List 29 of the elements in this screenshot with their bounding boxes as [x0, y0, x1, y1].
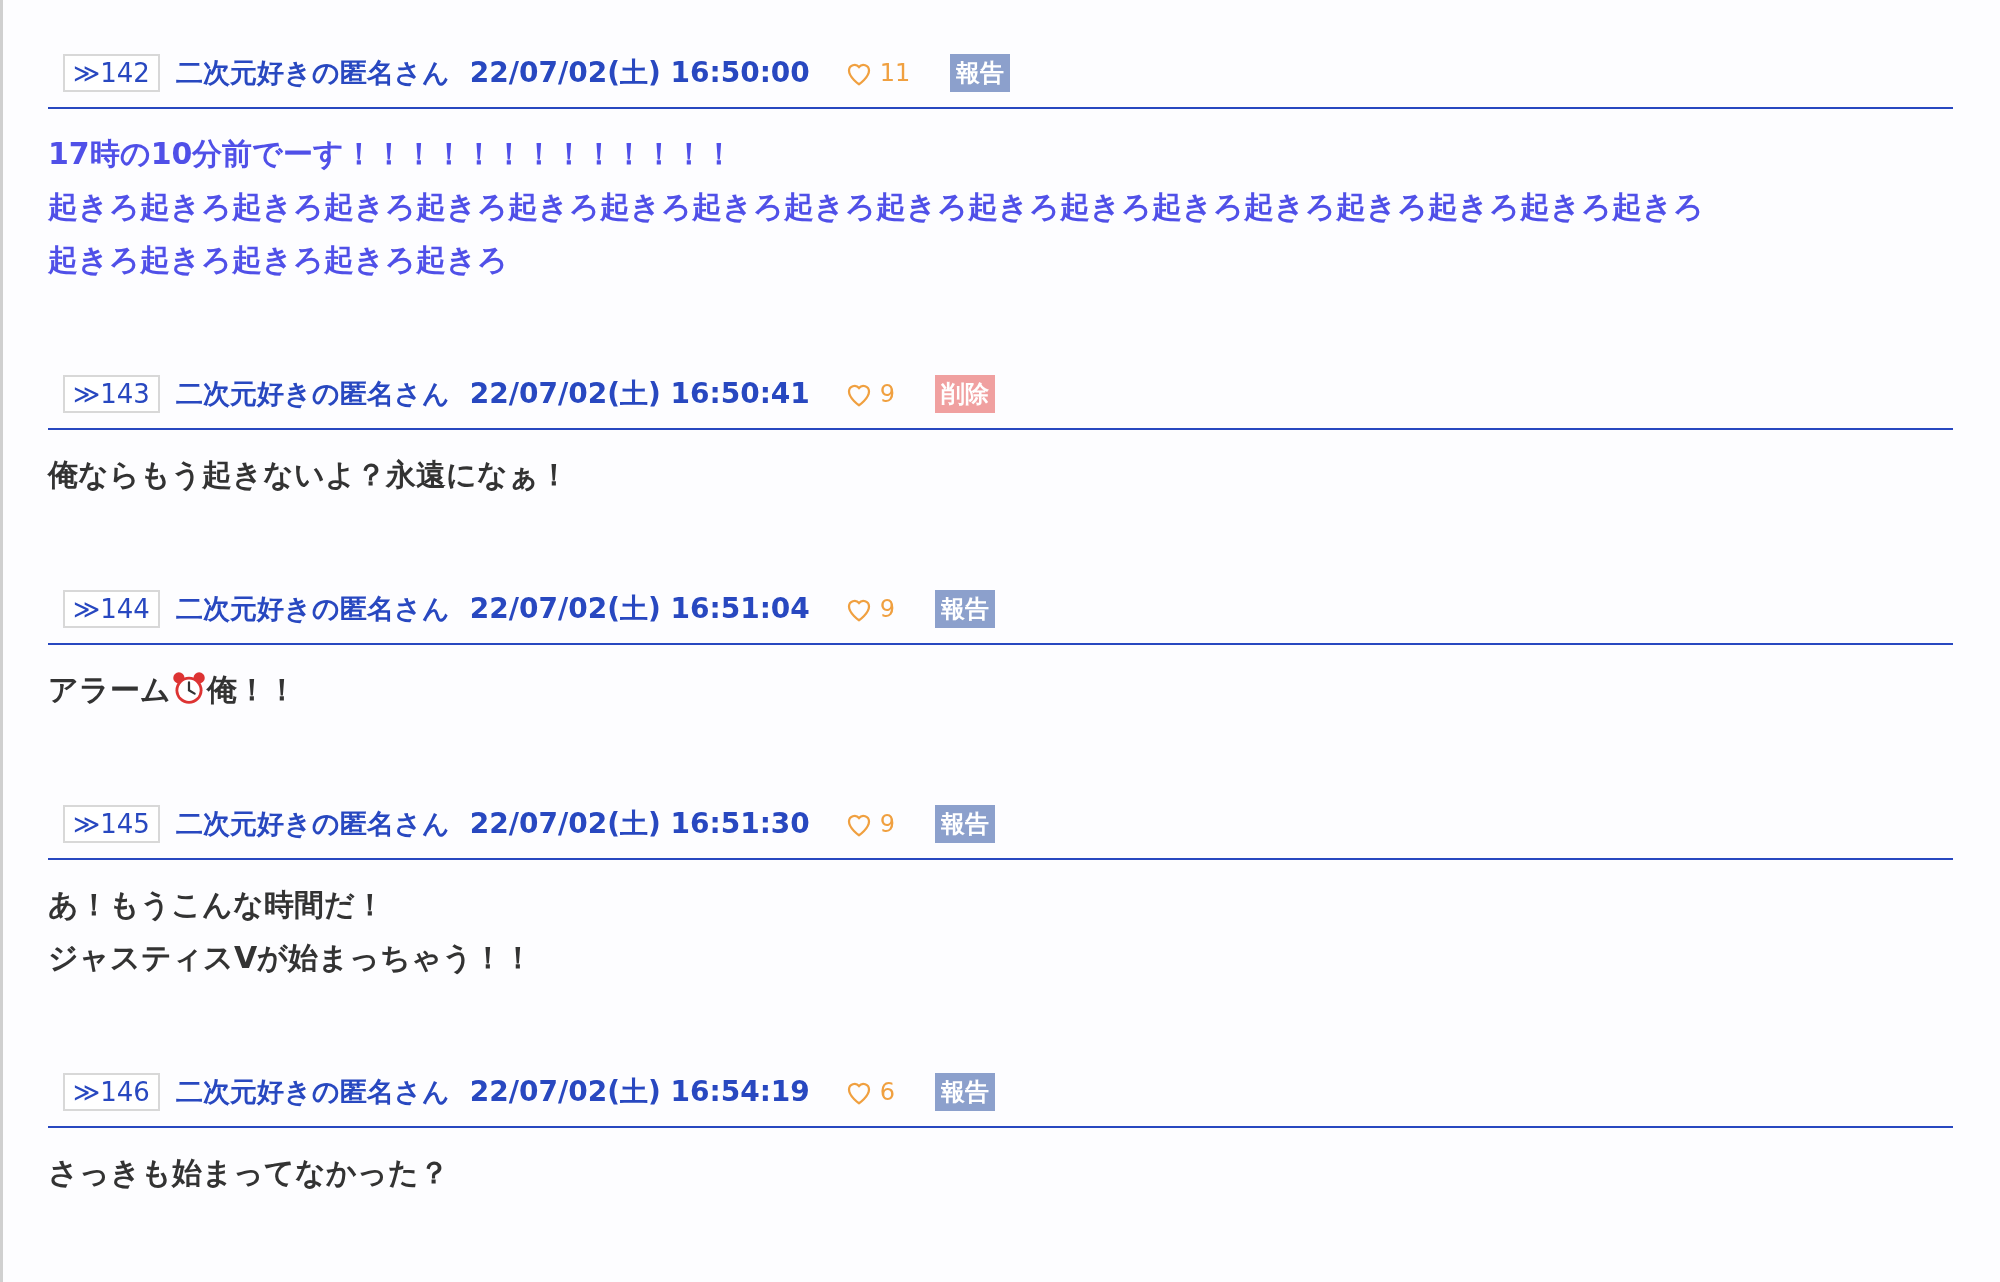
post-number[interactable]: ≫144 [63, 590, 160, 628]
post-text: ジャスティスVが始まっちゃう！！ [48, 939, 535, 977]
post-number[interactable]: ≫143 [63, 375, 160, 413]
like-count: 9 [879, 594, 896, 625]
post-text: あ！もうこんな時間だ！ [48, 886, 386, 924]
like-count: 11 [879, 58, 911, 89]
alarm-clock-icon [171, 670, 207, 706]
poster-name: 二次元好きの匿名さん [175, 591, 450, 626]
like-count: 6 [879, 1077, 896, 1108]
poster-name: 二次元好きの匿名さん [175, 806, 450, 841]
post-date: 22/07/02(土) 16:54:19 [469, 1074, 810, 1110]
poster-name: 二次元好きの匿名さん [175, 55, 450, 90]
post-date: 22/07/02(土) 16:50:00 [469, 55, 810, 91]
post-number[interactable]: ≫142 [63, 54, 160, 92]
like-count: 9 [879, 809, 896, 840]
post-date: 22/07/02(土) 16:51:30 [469, 806, 810, 842]
post-date: 22/07/02(土) 16:51:04 [469, 591, 810, 627]
post-text: 起きろ起きろ起きろ起きろ起きろ [48, 241, 509, 279]
post-number[interactable]: ≫146 [63, 1073, 160, 1111]
post-text: 17時の10分前でーす！！！！！！！！！！！！！ [48, 135, 736, 173]
post-text: アラーム 俺！！ [48, 669, 298, 709]
poster-name: 二次元好きの匿名さん [175, 1074, 450, 1109]
post-text: さっきも始まってなかった？ [48, 1154, 450, 1192]
post-date: 22/07/02(土) 16:50:41 [469, 376, 810, 412]
post-number[interactable]: ≫145 [63, 805, 160, 843]
like-count: 9 [879, 379, 896, 410]
post-text: 起きろ起きろ起きろ起きろ起きろ起きろ起きろ起きろ起きろ起きろ起きろ起きろ起きろ起きろ起きろ起きろ起きろ起きろ [48, 188, 1705, 226]
poster-name: 二次元好きの匿名さん [175, 376, 450, 411]
post-text: 俺ならもう起きないよ？永遠になぁ！ [48, 456, 570, 494]
